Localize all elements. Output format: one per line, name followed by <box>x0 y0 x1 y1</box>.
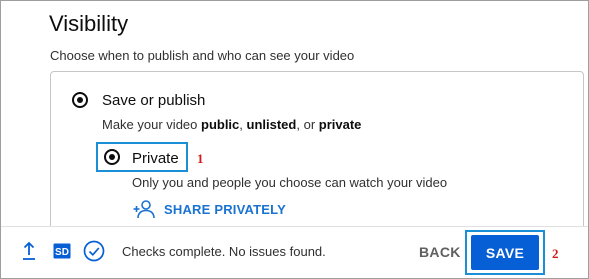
dialog-subtitle: Choose when to publish and who can see y… <box>50 48 355 63</box>
visibility-dialog: Visibility Choose when to publish and wh… <box>0 0 589 279</box>
back-button[interactable]: BACK <box>419 244 461 260</box>
desc-unlisted: unlisted <box>246 117 297 132</box>
step-number-1: 1 <box>197 151 204 166</box>
upload-icon[interactable] <box>21 241 37 261</box>
desc-sep-1: , <box>239 117 247 132</box>
add-person-icon[interactable] <box>133 199 155 219</box>
desc-sep-2: , or <box>296 117 319 132</box>
step-number-2: 2 <box>552 246 559 261</box>
dialog-title: Visibility <box>49 11 129 36</box>
svg-text:SD: SD <box>55 247 69 258</box>
check-circle-icon[interactable] <box>83 240 105 262</box>
private-label[interactable]: Private <box>132 150 179 167</box>
private-radio[interactable] <box>104 149 120 165</box>
save-or-publish-description: Make your video public, unlisted, or pri… <box>102 117 361 132</box>
share-privately-button[interactable]: SHARE PRIVATELY <box>164 202 286 217</box>
private-description: Only you and people you choose can watch… <box>132 175 448 190</box>
radio-selected-dot <box>109 154 115 160</box>
save-button[interactable]: SAVE <box>471 235 539 270</box>
sd-badge-icon[interactable]: SD <box>53 243 71 259</box>
desc-public: public <box>201 117 240 132</box>
save-or-publish-radio[interactable] <box>72 92 88 108</box>
radio-selected-dot <box>77 97 83 103</box>
desc-private: private <box>318 117 362 132</box>
save-or-publish-label[interactable]: Save or publish <box>102 92 205 109</box>
desc-prefix: Make your video <box>102 117 201 132</box>
checks-status-text: Checks complete. No issues found. <box>122 244 326 259</box>
